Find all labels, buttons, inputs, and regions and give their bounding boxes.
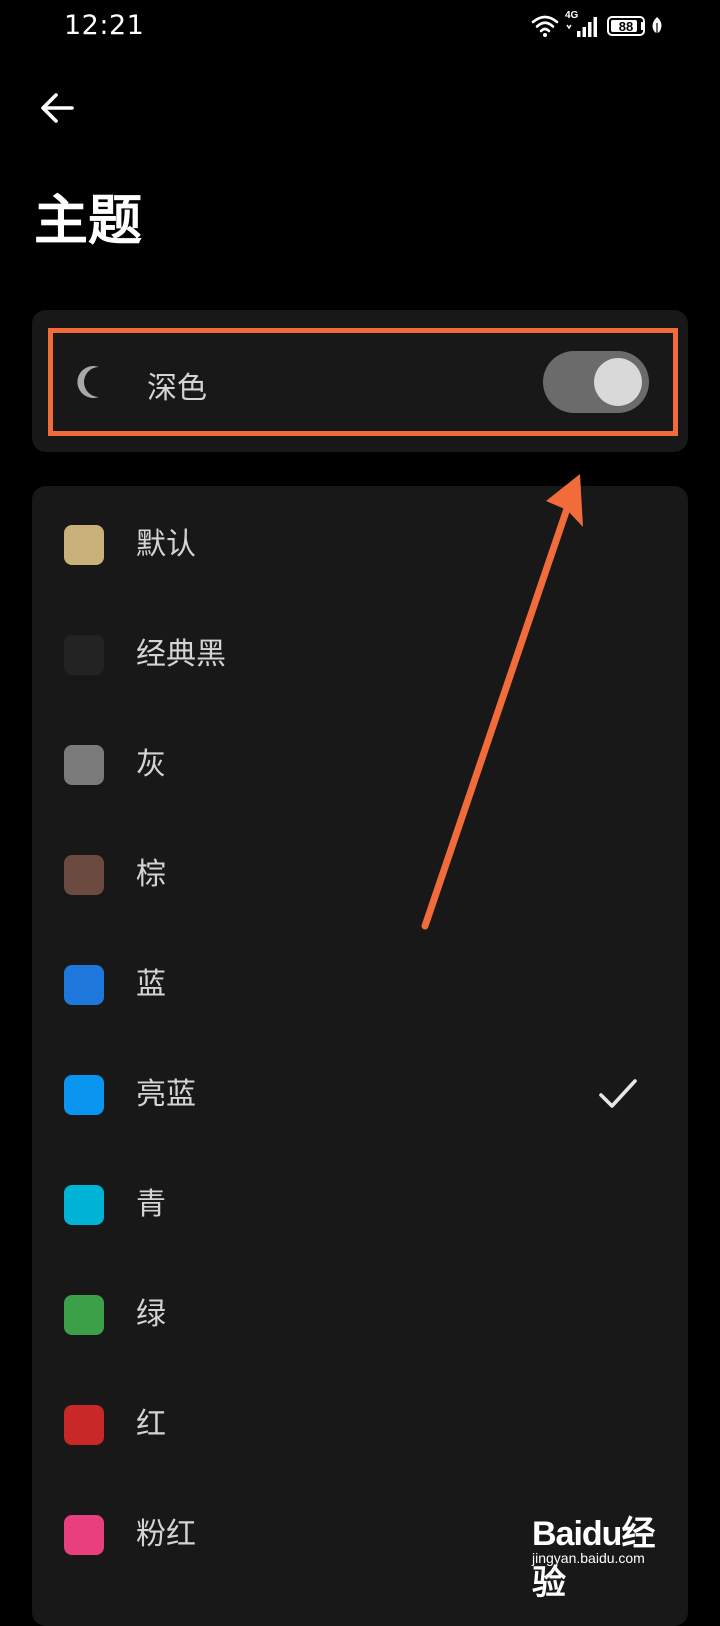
status-icons: 4G 88: [531, 10, 664, 40]
theme-label: 灰: [136, 747, 166, 782]
leaf-icon: [652, 17, 662, 34]
theme-label: 绿: [136, 1297, 166, 1332]
theme-item[interactable]: 亮蓝: [32, 1040, 688, 1150]
signal-icon: 4G: [565, 10, 601, 39]
color-swatch: [64, 855, 104, 895]
color-swatch: [64, 635, 104, 675]
theme-label: 默认: [136, 527, 196, 562]
theme-label: 红: [136, 1407, 166, 1442]
moon-icon: [77, 366, 99, 398]
arrow-left-icon: [41, 93, 74, 123]
color-swatch: [64, 1515, 104, 1555]
color-swatch: [64, 1075, 104, 1115]
theme-label: 蓝: [136, 967, 166, 1002]
status-bar: 12:21 4G 88: [0, 0, 720, 56]
dark-mode-toggle[interactable]: [543, 351, 649, 413]
theme-list: 默认 经典黑 灰 棕 蓝 亮蓝 青 绿 红 粉红: [32, 486, 688, 1626]
dark-mode-row[interactable]: 深色: [48, 328, 678, 436]
theme-item[interactable]: 红: [32, 1370, 688, 1480]
status-time: 12:21: [64, 10, 145, 41]
color-swatch: [64, 1185, 104, 1225]
color-swatch: [64, 1405, 104, 1445]
color-swatch: [64, 745, 104, 785]
color-swatch: [64, 525, 104, 565]
battery-body: 88: [607, 16, 645, 36]
theme-item[interactable]: 绿: [32, 1260, 688, 1370]
battery-level: 88: [618, 18, 634, 34]
page-title: 主题: [34, 189, 142, 252]
theme-item[interactable]: 棕: [32, 820, 688, 930]
theme-item[interactable]: 蓝: [32, 930, 688, 1040]
battery-icon: 88: [607, 16, 645, 36]
dark-mode-label: 深色: [147, 371, 207, 406]
color-swatch: [64, 1295, 104, 1335]
theme-label: 亮蓝: [136, 1077, 196, 1112]
baidu-watermark: Baidu经验 jingyan.baidu.com: [532, 1506, 682, 1602]
toggle-knob: [594, 358, 642, 406]
theme-item[interactable]: 经典黑: [32, 600, 688, 710]
theme-item[interactable]: 默认: [32, 490, 688, 600]
theme-label: 经典黑: [136, 637, 226, 672]
wifi-icon: [531, 15, 559, 37]
watermark-url: jingyan.baidu.com: [532, 1550, 645, 1566]
back-button[interactable]: [30, 80, 86, 136]
theme-item[interactable]: 灰: [32, 710, 688, 820]
theme-label: 粉红: [136, 1517, 196, 1552]
color-swatch: [64, 965, 104, 1005]
check-icon: [599, 1079, 637, 1108]
theme-item[interactable]: 青: [32, 1150, 688, 1260]
theme-label: 青: [136, 1187, 166, 1222]
theme-label: 棕: [136, 857, 166, 892]
